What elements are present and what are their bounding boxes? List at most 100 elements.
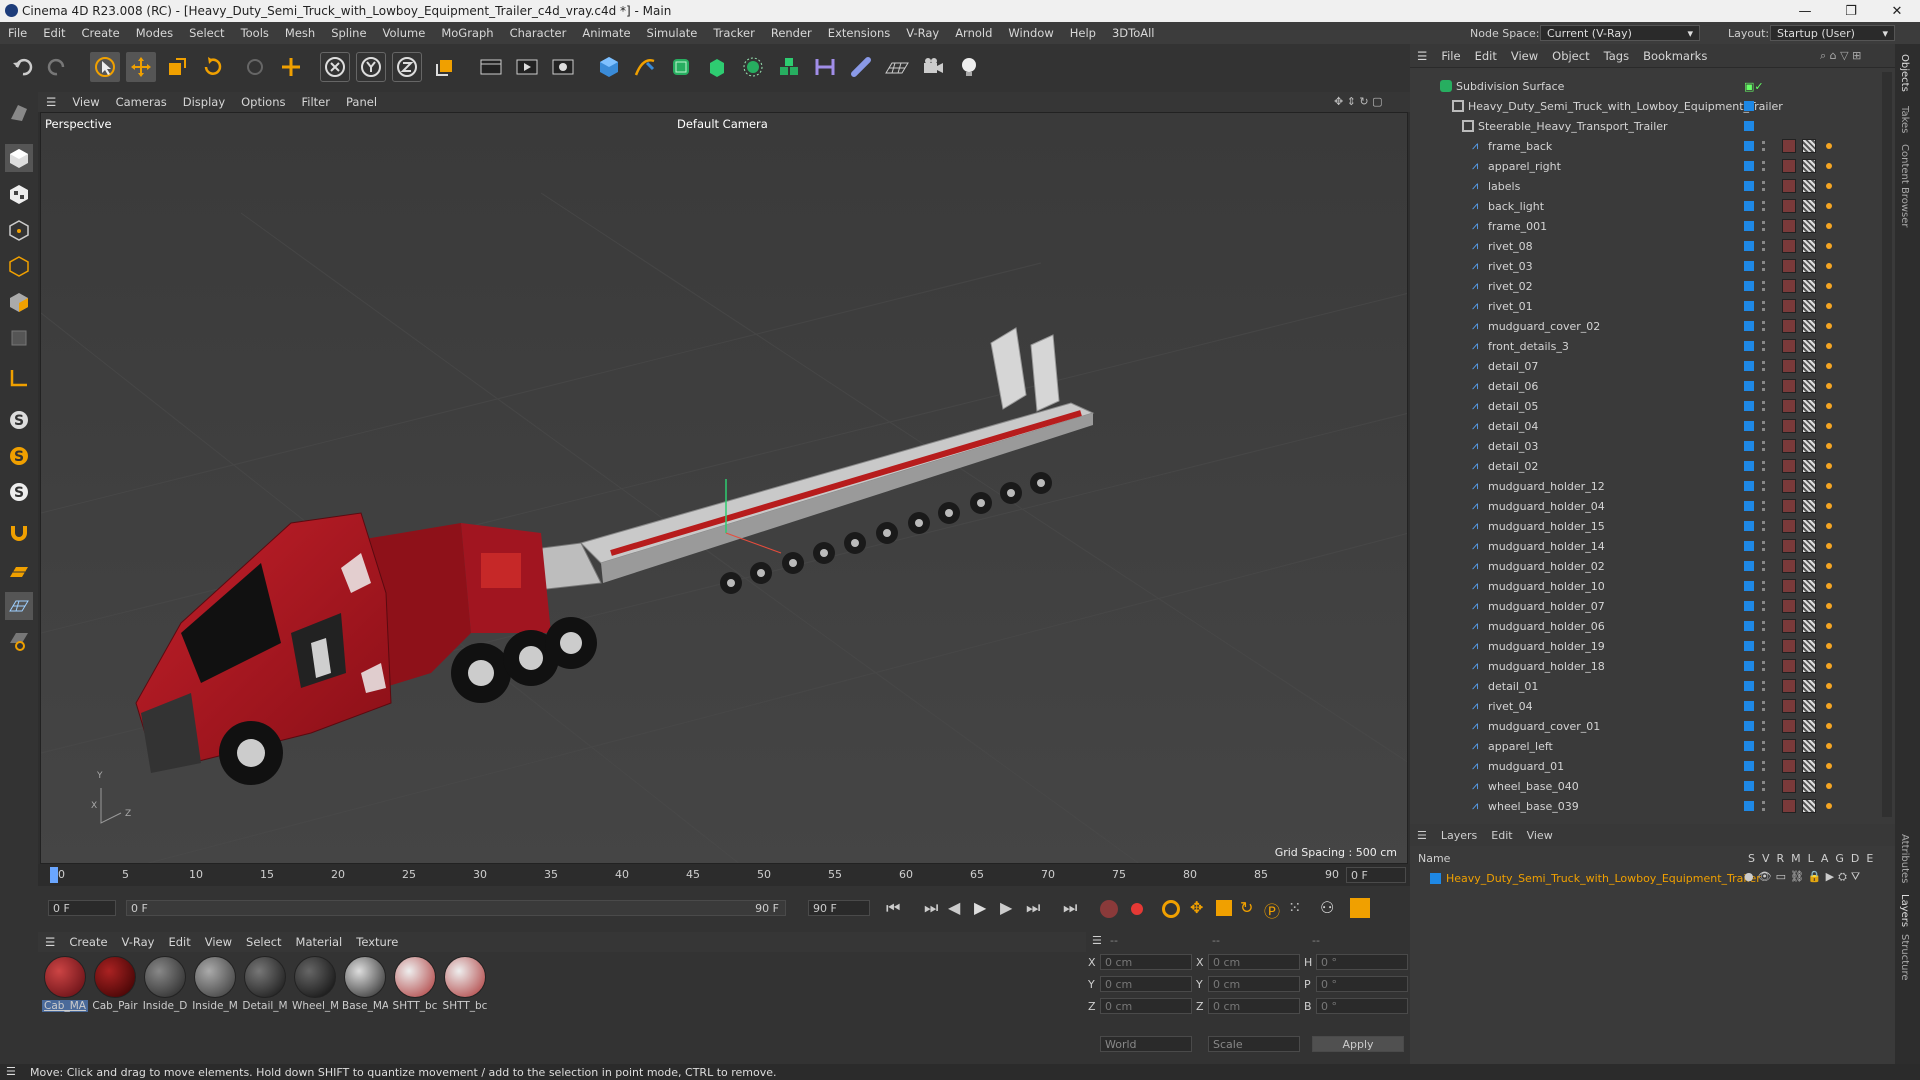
texture-tag-icon[interactable] [1802, 539, 1816, 553]
viewport-menu-filter[interactable]: Filter [294, 95, 338, 109]
position-y-field[interactable]: 0 cm [1100, 976, 1192, 992]
soft-selection-icon[interactable] [5, 626, 33, 654]
polygons-mode-icon[interactable] [5, 288, 33, 316]
menu-file[interactable]: File [0, 26, 35, 40]
object-menu-view[interactable]: View [1504, 49, 1545, 63]
size-x-field[interactable]: 0 cm [1208, 954, 1300, 970]
menu-simulate[interactable]: Simulate [639, 26, 706, 40]
visibility-dots-icon[interactable] [1762, 481, 1765, 491]
texture-mode-icon[interactable] [5, 180, 33, 208]
material-swatch[interactable]: Inside_D [142, 956, 188, 1012]
texture-tag-icon[interactable] [1802, 679, 1816, 693]
next-key-icon[interactable]: ⏭ [1026, 898, 1040, 918]
material-tag-icon[interactable] [1782, 659, 1796, 673]
play-icon[interactable]: ▶ [974, 898, 986, 917]
object-row[interactable]: ⩘ rivet_02 [1410, 276, 1880, 296]
object-row[interactable]: ⩘ mudguard_holder_10 [1410, 576, 1880, 596]
render-view-icon[interactable] [476, 52, 506, 82]
cloner-icon[interactable] [738, 52, 768, 82]
rotation-h-field[interactable]: 0 ° [1316, 954, 1408, 970]
menu-tracker[interactable]: Tracker [705, 26, 763, 40]
visibility-dots-icon[interactable] [1762, 241, 1765, 251]
close-button[interactable]: ✕ [1874, 0, 1920, 22]
move-tool-icon[interactable] [126, 52, 156, 82]
object-row[interactable]: ⩘ rivet_08 [1410, 236, 1880, 256]
material-tag-icon[interactable] [1782, 379, 1796, 393]
menu-animate[interactable]: Animate [574, 26, 638, 40]
timeline-ruler[interactable]: 0 5 10 15 20 25 30 35 40 45 50 55 60 65 … [38, 864, 1410, 886]
object-row[interactable]: ⩘ frame_back [1410, 136, 1880, 156]
scale-tool-icon[interactable] [162, 52, 192, 82]
material-tag-icon[interactable] [1782, 699, 1796, 713]
material-tag-icon[interactable] [1782, 759, 1796, 773]
material-menu-view[interactable]: View [198, 935, 239, 949]
object-row[interactable]: ⩘ mudguard_holder_19 [1410, 636, 1880, 656]
object-row[interactable]: ⩘ detail_07 [1410, 356, 1880, 376]
material-swatch[interactable]: Base_MA [342, 956, 388, 1012]
hamburger-icon[interactable]: ☰ [1410, 829, 1434, 842]
texture-tag-icon[interactable] [1802, 239, 1816, 253]
object-menu-edit[interactable]: Edit [1468, 49, 1504, 63]
material-swatch[interactable]: Inside_M [192, 956, 238, 1012]
viewport-menu-panel[interactable]: Panel [338, 95, 385, 109]
coordinate-system-select[interactable]: World [1100, 1036, 1192, 1052]
tab-takes[interactable]: Takes [1899, 106, 1910, 133]
material-tag-icon[interactable] [1782, 399, 1796, 413]
visibility-dots-icon[interactable] [1762, 521, 1765, 531]
material-swatch[interactable]: Cab_Pair [92, 956, 138, 1012]
object-row[interactable]: ⩘ detail_02 [1410, 456, 1880, 476]
node-space-select[interactable]: Current (V-Ray) ▾ [1540, 25, 1700, 41]
snap-icon[interactable]: S [5, 406, 33, 434]
object-row[interactable]: ⩘ mudguard_01 [1410, 756, 1880, 776]
visibility-dots-icon[interactable] [1762, 281, 1765, 291]
texture-tag-icon[interactable] [1802, 579, 1816, 593]
material-menu-vray[interactable]: V-Ray [115, 935, 162, 949]
texture-tag-icon[interactable] [1802, 759, 1816, 773]
hamburger-icon[interactable]: ☰ [38, 935, 62, 949]
visibility-dots-icon[interactable] [1762, 741, 1765, 751]
transform-icon[interactable] [276, 52, 306, 82]
layout-select[interactable]: Startup (User) ▾ [1770, 25, 1895, 41]
material-swatch[interactable]: SHTT_bc [442, 956, 488, 1012]
material-tag-icon[interactable] [1782, 259, 1796, 273]
check-icon[interactable]: ▣✓ [1744, 80, 1764, 93]
texture-tag-icon[interactable] [1802, 499, 1816, 513]
object-row[interactable]: ⩘ frame_001 [1410, 216, 1880, 236]
deformer-icon[interactable] [810, 52, 840, 82]
3d-viewport[interactable]: Perspective Default Camera Y X Z Grid Sp… [40, 112, 1408, 864]
pen-spline-icon[interactable] [630, 52, 660, 82]
material-tag-icon[interactable] [1782, 199, 1796, 213]
texture-tag-icon[interactable] [1802, 659, 1816, 673]
material-tag-icon[interactable] [1782, 559, 1796, 573]
texture-tag-icon[interactable] [1802, 719, 1816, 733]
tab-objects[interactable]: Objects [1899, 54, 1910, 92]
material-tag-icon[interactable] [1782, 139, 1796, 153]
material-swatch[interactable]: Cab_MA [42, 956, 88, 1012]
magnet-icon[interactable] [5, 518, 33, 546]
object-row-root[interactable]: Subdivision Surface ▣✓ [1410, 76, 1880, 96]
previous-frame-icon[interactable]: ◀ [948, 898, 960, 917]
object-row[interactable]: ⩘ mudguard_holder_06 [1410, 616, 1880, 636]
material-tag-icon[interactable] [1782, 299, 1796, 313]
previous-key-icon[interactable]: ⏭ [924, 898, 938, 918]
material-tag-icon[interactable] [1782, 219, 1796, 233]
menu-window[interactable]: Window [1000, 26, 1061, 40]
visibility-dots-icon[interactable] [1762, 641, 1765, 651]
hamburger-icon[interactable]: ☰ [6, 1065, 16, 1078]
hamburger-icon[interactable]: ☰ [1092, 934, 1102, 947]
visibility-dots-icon[interactable] [1762, 621, 1765, 631]
viewport-menu-view[interactable]: View [64, 95, 107, 109]
texture-tag-icon[interactable] [1802, 559, 1816, 573]
object-row[interactable]: ⩘ mudguard_holder_12 [1410, 476, 1880, 496]
go-to-end-icon[interactable]: ⏭ [1063, 898, 1077, 918]
tab-content-browser[interactable]: Content Browser [1899, 144, 1910, 227]
object-row[interactable]: ⩘ mudguard_holder_14 [1410, 536, 1880, 556]
maximize-button[interactable]: ❐ [1828, 0, 1874, 22]
motion-system-icon[interactable]: ⚇ [1320, 898, 1334, 917]
end-frame-field[interactable]: 90 F [808, 900, 870, 916]
hamburger-icon[interactable]: ☰ [1410, 49, 1434, 63]
material-tag-icon[interactable] [1782, 779, 1796, 793]
y-axis-lock-icon[interactable] [356, 52, 386, 82]
menu-extensions[interactable]: Extensions [820, 26, 898, 40]
redo-icon[interactable] [42, 52, 72, 82]
